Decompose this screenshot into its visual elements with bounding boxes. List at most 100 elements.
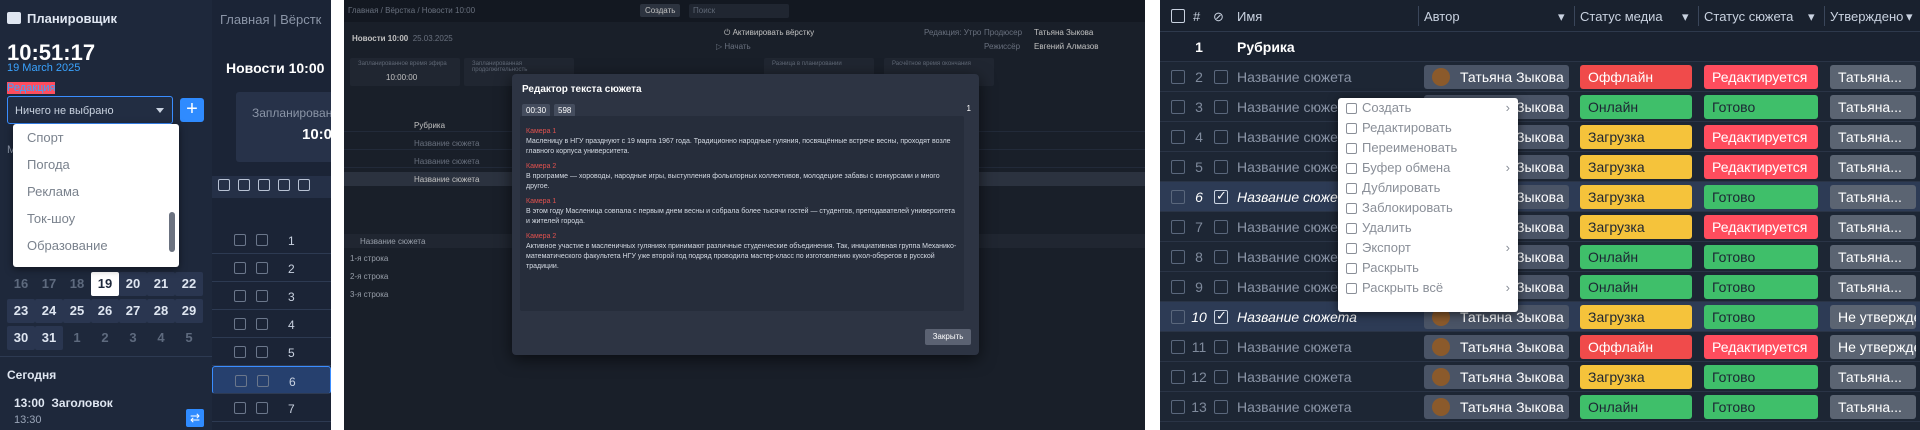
row-checkbox[interactable] bbox=[256, 346, 268, 358]
calendar-day[interactable]: 28 bbox=[147, 299, 175, 323]
calendar-day[interactable]: 26 bbox=[91, 299, 119, 323]
lock-icon[interactable] bbox=[238, 179, 250, 191]
calendar-day[interactable]: 4 bbox=[147, 326, 175, 350]
column-number[interactable]: # bbox=[1193, 9, 1200, 24]
rundown-row[interactable]: 5 bbox=[212, 338, 331, 366]
media-status-badge[interactable]: Загрузка bbox=[1580, 215, 1692, 239]
lock-icon[interactable] bbox=[235, 375, 247, 387]
calendar-day[interactable]: 24 bbox=[35, 299, 63, 323]
calendar-day[interactable]: 23 bbox=[7, 299, 35, 323]
media-status-badge[interactable]: Загрузка bbox=[1580, 365, 1692, 389]
row-check[interactable] bbox=[1214, 220, 1228, 234]
dropdown-option[interactable]: Погода bbox=[13, 151, 179, 178]
story-status-badge[interactable]: Готово bbox=[1704, 275, 1818, 299]
story-text-paragraph[interactable]: Активное участие в масленичных гуляниях … bbox=[526, 242, 958, 272]
story-status-badge[interactable]: Готово bbox=[1704, 395, 1818, 419]
table-row[interactable]: 4Название сюжетаТатьяна ЗыковаЗагрузкаРе… bbox=[1160, 122, 1920, 152]
table-row[interactable]: 3Название сюжетаТатьяна ЗыковаОнлайнГото… bbox=[1160, 92, 1920, 122]
rundown-row[interactable]: 2 bbox=[212, 254, 331, 282]
media-status-badge[interactable]: Оффлайн bbox=[1580, 335, 1692, 359]
lock-icon[interactable] bbox=[234, 346, 246, 358]
row-checkbox[interactable] bbox=[1171, 100, 1185, 114]
calendar-day[interactable]: 5 bbox=[175, 326, 203, 350]
row-checkbox[interactable] bbox=[1171, 190, 1185, 204]
rubric-row[interactable]: 1 Рубрика bbox=[1160, 32, 1920, 62]
row-checkbox[interactable] bbox=[1171, 70, 1185, 84]
author-badge[interactable]: Татьяна Зыкова bbox=[1424, 395, 1569, 419]
lock-icon[interactable] bbox=[234, 234, 246, 246]
table-row[interactable]: 11 Название сюжета Татьяна Зыкова Оффлайн Ре… bbox=[1160, 332, 1920, 362]
context-menu-item[interactable]: Удалить bbox=[1338, 218, 1518, 238]
row-checkbox[interactable] bbox=[257, 375, 269, 387]
story-status-badge[interactable]: Готово bbox=[1704, 185, 1818, 209]
story-text-paragraph[interactable]: В этом году Масленица совпала с первым д… bbox=[526, 207, 958, 227]
table-row[interactable]: 13 Название сюжета Татьяна Зыкова Онлайн Гот… bbox=[1160, 392, 1920, 422]
dropdown-scrollbar[interactable] bbox=[169, 212, 175, 252]
approved-badge[interactable]: Татьяна... bbox=[1830, 185, 1916, 209]
column-separator[interactable] bbox=[1418, 6, 1419, 26]
story-status-badge[interactable]: Готово bbox=[1704, 245, 1818, 269]
context-menu-item[interactable]: Экспорт › bbox=[1338, 238, 1518, 258]
calendar-day[interactable]: 3 bbox=[119, 326, 147, 350]
row-check[interactable] bbox=[1214, 160, 1228, 174]
context-menu-item[interactable]: Заблокировать bbox=[1338, 198, 1518, 218]
column-author[interactable]: Автор bbox=[1424, 9, 1460, 24]
media-status-badge[interactable]: Оффлайн bbox=[1580, 65, 1692, 89]
repeat-icon[interactable]: ⇄ bbox=[186, 409, 204, 427]
context-menu-item[interactable]: Раскрыть всё › bbox=[1338, 278, 1518, 298]
lock-icon[interactable] bbox=[234, 290, 246, 302]
dropdown-option[interactable]: Ток-шоу bbox=[13, 205, 179, 232]
calendar-day[interactable]: 17 bbox=[35, 272, 63, 296]
lock-icon[interactable] bbox=[234, 262, 246, 274]
context-menu-item[interactable]: Редактировать bbox=[1338, 118, 1518, 138]
chevron-down-icon[interactable]: ▾ bbox=[1808, 9, 1815, 25]
story-status-badge[interactable]: Готово bbox=[1704, 305, 1818, 329]
row-checkbox[interactable] bbox=[256, 234, 268, 246]
table-row[interactable]: 5Название сюжетаТатьяна ЗыковаЗагрузкаРе… bbox=[1160, 152, 1920, 182]
approved-badge[interactable]: Татьяна... bbox=[1830, 365, 1916, 389]
calendar-day[interactable]: 27 bbox=[119, 299, 147, 323]
row-checkbox[interactable] bbox=[256, 318, 268, 330]
column-separator[interactable] bbox=[1574, 6, 1575, 26]
author-badge[interactable]: Татьяна Зыкова bbox=[1424, 65, 1569, 89]
row-checkbox[interactable] bbox=[1171, 280, 1185, 294]
media-status-badge[interactable]: Онлайн bbox=[1580, 395, 1692, 419]
row-checkbox[interactable] bbox=[1171, 370, 1185, 384]
editor-body[interactable]: Камера 1 Масленицу в НГУ празднуют с 19 м… bbox=[520, 116, 964, 311]
table-row[interactable]: 6✓Название сюжетаТатьяна ЗыковаЗагрузкаГ… bbox=[1160, 182, 1920, 212]
calendar-day[interactable]: 31 bbox=[35, 326, 63, 350]
rundown-row[interactable]: 7 bbox=[212, 394, 331, 422]
calendar-day[interactable]: 29 bbox=[175, 299, 203, 323]
context-menu-item[interactable]: Создать › bbox=[1338, 98, 1518, 118]
story-status-badge[interactable]: Готово bbox=[1704, 95, 1818, 119]
row-checkbox[interactable] bbox=[1171, 130, 1185, 144]
calendar-day[interactable]: 25 bbox=[63, 299, 91, 323]
column-approved[interactable]: Утверждено bbox=[1830, 9, 1903, 24]
media-status-badge[interactable]: Загрузка bbox=[1580, 185, 1692, 209]
row-checkbox[interactable] bbox=[1171, 340, 1185, 354]
story-text-paragraph[interactable]: В программе — хороводы, народные игры, в… bbox=[526, 172, 958, 192]
lock-icon[interactable] bbox=[234, 318, 246, 330]
rundown-row[interactable]: 1 bbox=[212, 226, 331, 254]
column-media-status[interactable]: Статус медиа bbox=[1580, 9, 1663, 24]
calendar-day[interactable]: 2 bbox=[91, 326, 119, 350]
approved-badge[interactable]: Татьяна... bbox=[1830, 125, 1916, 149]
event-item[interactable]: 13:00 Заголовок bbox=[14, 396, 113, 410]
column-story-status[interactable]: Статус сюжета bbox=[1704, 9, 1793, 24]
chevron-down-icon[interactable]: ▾ bbox=[1682, 9, 1689, 25]
context-menu-item[interactable]: Дублировать bbox=[1338, 178, 1518, 198]
table-row[interactable]: 8Название сюжетаТатьяна ЗыковаОнлайнГото… bbox=[1160, 242, 1920, 272]
media-status-badge[interactable]: Загрузка bbox=[1580, 155, 1692, 179]
row-check[interactable]: ✓ bbox=[1214, 308, 1228, 324]
row-check[interactable] bbox=[1214, 340, 1228, 354]
rundown-row[interactable]: 6 bbox=[212, 366, 331, 394]
story-status-badge[interactable]: Редактируется bbox=[1704, 335, 1818, 359]
row-check[interactable] bbox=[1214, 70, 1228, 84]
row-checkbox[interactable] bbox=[256, 262, 268, 274]
calendar-day[interactable]: 22 bbox=[175, 272, 203, 296]
row-check[interactable] bbox=[1214, 130, 1228, 144]
table-row[interactable]: 10 ✓ Название сюжета Татьяна Зыкова Загрузка… bbox=[1160, 302, 1920, 332]
media-status-badge[interactable]: Загрузка bbox=[1580, 125, 1692, 149]
approved-badge[interactable]: Татьяна... bbox=[1830, 395, 1916, 419]
context-menu-item[interactable]: Раскрыть bbox=[1338, 258, 1518, 278]
